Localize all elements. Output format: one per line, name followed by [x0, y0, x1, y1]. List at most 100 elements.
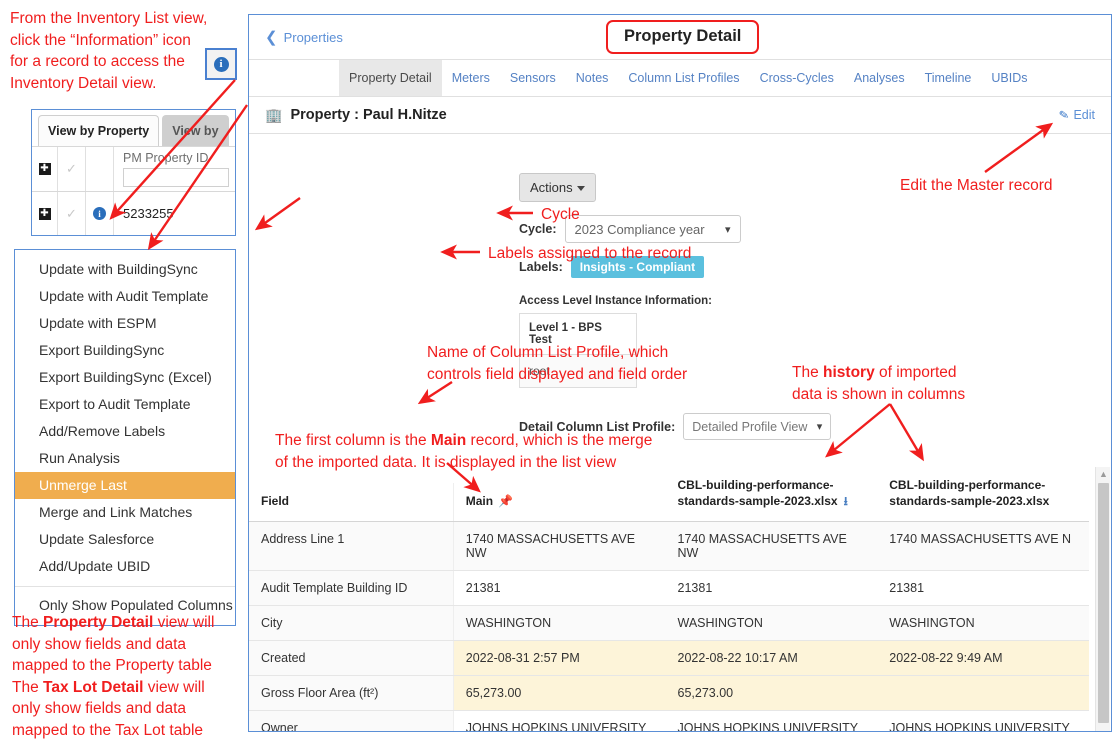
cycle-selected-value: 2023 Compliance year — [574, 221, 705, 237]
actions-button-label: Actions — [530, 180, 573, 195]
menu-item-add-update-ubid[interactable]: Add/Update UBID — [15, 553, 235, 580]
menu-divider — [15, 586, 235, 587]
tab-ubids[interactable]: UBIDs — [981, 60, 1037, 96]
annotation-text: view will — [143, 678, 205, 696]
scroll-up-arrow-icon[interactable]: ▲ — [1096, 469, 1111, 479]
annotation-line: The Tax Lot Detail view will — [12, 677, 244, 699]
detail-column-list-profile-select[interactable]: Detailed Profile View ▾ — [683, 413, 832, 440]
tab-column-list-profiles[interactable]: Column List Profiles — [618, 60, 749, 96]
annotation-line: Edit the Master record — [900, 177, 1053, 194]
menu-item-update-salesforce[interactable]: Update Salesforce — [15, 526, 235, 553]
information-icon-callout[interactable]: i — [205, 48, 237, 80]
row-info-cell[interactable]: i — [86, 192, 114, 235]
download-icon[interactable]: ⭳ — [844, 493, 848, 509]
table-vertical-scrollbar[interactable]: ▲ — [1095, 467, 1110, 731]
edit-master-annotation: Edit the Master record — [900, 175, 1052, 197]
menu-item-update-with-audit-template[interactable]: Update with Audit Template — [15, 283, 235, 310]
menu-item-merge-and-link-matches[interactable]: Merge and Link Matches — [15, 499, 235, 526]
cell-import-2: JOHNS HOPKINS UNIVERSITY — [889, 721, 1070, 732]
tab-meters[interactable]: Meters — [442, 60, 500, 96]
annotation-line: Cycle — [541, 206, 580, 223]
column-header-import-2[interactable]: CBL-building-performance-standards-sampl… — [877, 467, 1089, 521]
cell-import-2: 21381 — [889, 581, 925, 595]
column-header-label: PM Property ID — [123, 151, 209, 165]
scrollbar-thumb[interactable] — [1098, 483, 1109, 723]
cell-main: JOHNS HOPKINS UNIVERSITY — [465, 721, 647, 732]
tab-analyses[interactable]: Analyses — [844, 60, 915, 96]
cell-field: Created — [249, 641, 454, 675]
cycle-select[interactable]: 2023 Compliance year ▾ — [564, 215, 741, 243]
labels-annotation: Labels assigned to the record — [488, 243, 691, 265]
menu-item-add-remove-labels[interactable]: Add/Remove Labels — [15, 418, 235, 445]
tab-cross-cycles[interactable]: Cross-Cycles — [750, 60, 844, 96]
cell-import-1: 1740 MASSACHUSETTS AVE NW — [677, 532, 847, 560]
inventory-tabs: View by Property View by — [32, 110, 235, 146]
pencil-icon: ✎ — [1058, 107, 1071, 123]
tab-notes[interactable]: Notes — [566, 60, 619, 96]
inventory-data-row[interactable]: ✚ ✓ i 5233255 — [32, 191, 235, 235]
table-row: Gross Floor Area (ft²) 65,273.00 65,273.… — [249, 676, 1090, 711]
table-row: Created 2022-08-31 2:57 PM 2022-08-22 10… — [249, 641, 1090, 676]
table-row: City WASHINGTON WASHINGTON WASHINGTON — [249, 606, 1089, 641]
access-level-instance-title: Access Level Instance Information: — [519, 295, 713, 307]
inventory-list-preview: View by Property View by ✚ ✓ PM Property… — [31, 109, 236, 236]
select-cell[interactable]: ✓ — [58, 192, 86, 235]
annotation-line: From the Inventory List view, — [10, 10, 208, 27]
tab-timeline[interactable]: Timeline — [915, 60, 982, 96]
chevron-down-icon: ▾ — [816, 421, 823, 433]
table-header-row: Field Main 📌 CBL-building-performance-sta… — [249, 467, 1089, 522]
column-header-cell: PM Property ID — [114, 147, 235, 191]
breadcrumb-properties-link[interactable]: ❮ Properties — [265, 30, 343, 45]
annotation-line: click the “Information” icon — [10, 31, 191, 49]
column-header-field[interactable]: Field — [249, 483, 454, 521]
annotation-emphasis: Property Detail — [43, 614, 154, 631]
column-header-main[interactable]: Main 📌 — [454, 483, 666, 521]
edit-button[interactable]: ✎ Edit — [1058, 107, 1095, 123]
actions-button[interactable]: Actions — [519, 173, 596, 202]
column-header-import-2-label: CBL-building-performance-standards-sampl… — [889, 478, 1050, 508]
tab-view-by-property[interactable]: View by Property — [38, 115, 160, 146]
expand-cell[interactable]: ✚ — [32, 192, 58, 235]
menu-item-export-buildingsync[interactable]: Export BuildingSync — [15, 337, 235, 364]
annotation-line: The first column is the Main record, whi… — [275, 430, 652, 452]
table-row: Address Line 1 1740 MASSACHUSETTS AVE NW… — [249, 522, 1089, 571]
building-icon: 🏢 — [265, 106, 283, 123]
menu-item-update-with-espm[interactable]: Update with ESPM — [15, 310, 235, 337]
tab-sensors[interactable]: Sensors — [500, 60, 566, 96]
cycle-annotation: Cycle — [541, 204, 580, 226]
tab-property-detail[interactable]: Property Detail — [339, 60, 442, 96]
annotation-text: The — [12, 614, 44, 631]
cell-import-1: 21381 — [677, 581, 713, 595]
cell-field: Audit Template Building ID — [249, 571, 454, 605]
select-cell[interactable]: ✓ — [58, 147, 86, 191]
menu-item-run-analysis[interactable]: Run Analysis — [15, 445, 235, 472]
menu-item-export-to-audit-template[interactable]: Export to Audit Template — [15, 391, 235, 418]
cell-field: Owner — [249, 711, 454, 731]
annotation-line: for a record to access the — [10, 53, 185, 70]
cell-import-2: 2022-08-22 9:49 AM — [877, 641, 1090, 675]
expand-cell[interactable]: ✚ — [32, 147, 58, 191]
annotation-text: The — [12, 678, 44, 696]
page-title-callout: Property Detail — [606, 20, 760, 54]
annotation-text: view will — [153, 614, 215, 631]
column-header-main-label: Main — [465, 494, 494, 508]
actions-dropdown-menu[interactable]: Update with BuildingSync Update with Aud… — [14, 249, 236, 626]
plus-icon: ✚ — [38, 207, 51, 220]
detail-tab-bar: Property Detail Meters Sensors Notes Col… — [249, 60, 1111, 97]
info-cell — [86, 147, 114, 191]
tab-view-by-taxlot[interactable]: View by — [162, 115, 229, 146]
column-header-import-1[interactable]: CBL-building-performance-standards-sampl… — [666, 467, 878, 521]
table-row: Owner JOHNS HOPKINS UNIVERSITY JOHNS HOP… — [249, 711, 1089, 732]
annotation-line: The Property Detail view will — [12, 612, 244, 634]
information-icon: i — [93, 207, 106, 220]
chevron-down-icon: ▾ — [725, 223, 731, 236]
annotation-text: of imported — [874, 364, 957, 381]
annotation-text: The — [792, 364, 824, 381]
menu-item-unmerge-last[interactable]: Unmerge Last — [15, 472, 235, 499]
cell-main: 2022-08-31 2:57 PM — [453, 641, 666, 675]
column-filter-input[interactable] — [123, 168, 229, 187]
menu-item-export-buildingsync-excel[interactable]: Export BuildingSync (Excel) — [15, 364, 235, 391]
annotation-line: mapped to the Tax Lot table — [12, 721, 204, 739]
cell-field: Gross Floor Area (ft²) — [249, 676, 454, 710]
menu-item-update-with-buildingsync[interactable]: Update with BuildingSync — [15, 256, 235, 283]
